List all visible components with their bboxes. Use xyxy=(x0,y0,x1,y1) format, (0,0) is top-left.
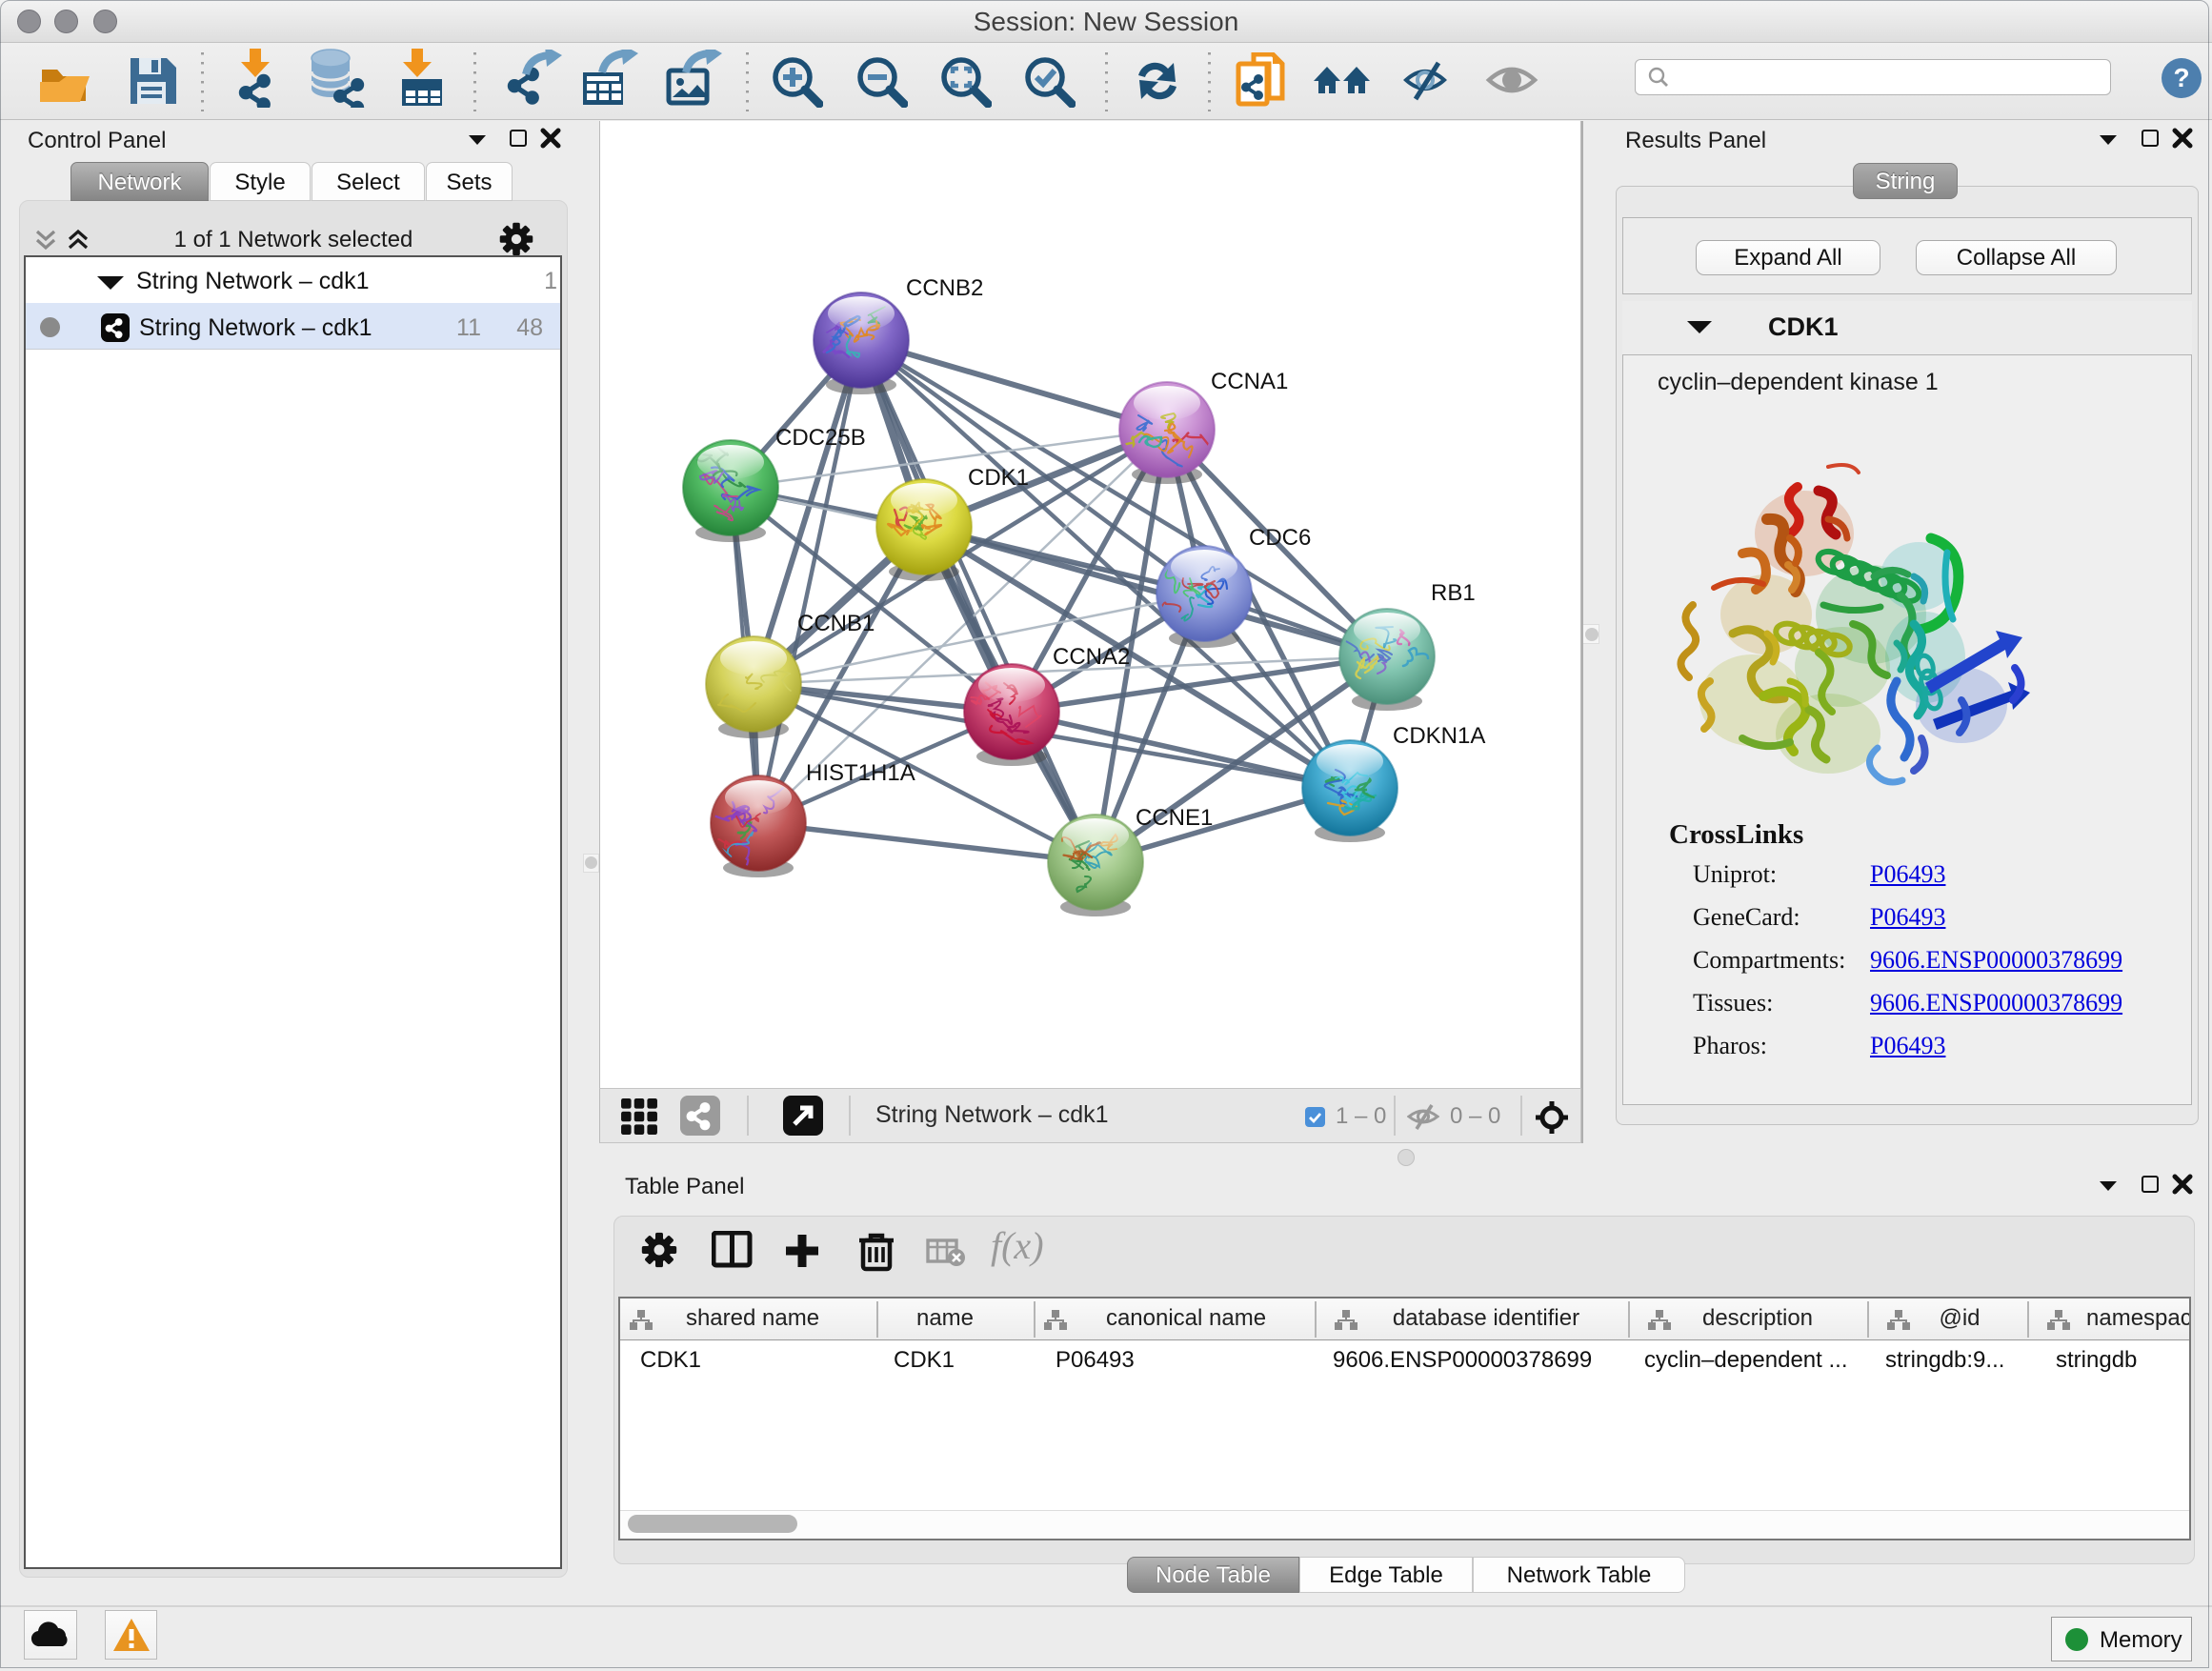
svg-text:CDK1: CDK1 xyxy=(968,465,1029,491)
svg-text:CCNA1: CCNA1 xyxy=(1211,369,1288,394)
svg-text:CCNB2: CCNB2 xyxy=(906,275,983,301)
svg-text:CDC25B: CDC25B xyxy=(775,425,866,451)
svg-text:RB1: RB1 xyxy=(1431,580,1476,606)
svg-text:CCNE1: CCNE1 xyxy=(1136,805,1213,831)
svg-text:CCNA2: CCNA2 xyxy=(1053,644,1130,670)
svg-text:?: ? xyxy=(2173,63,2189,92)
svg-text:CDC6: CDC6 xyxy=(1249,525,1311,551)
svg-text:CCNB1: CCNB1 xyxy=(797,611,875,636)
svg-text:HIST1H1A: HIST1H1A xyxy=(806,760,915,786)
svg-text:CDKN1A: CDKN1A xyxy=(1393,723,1485,749)
